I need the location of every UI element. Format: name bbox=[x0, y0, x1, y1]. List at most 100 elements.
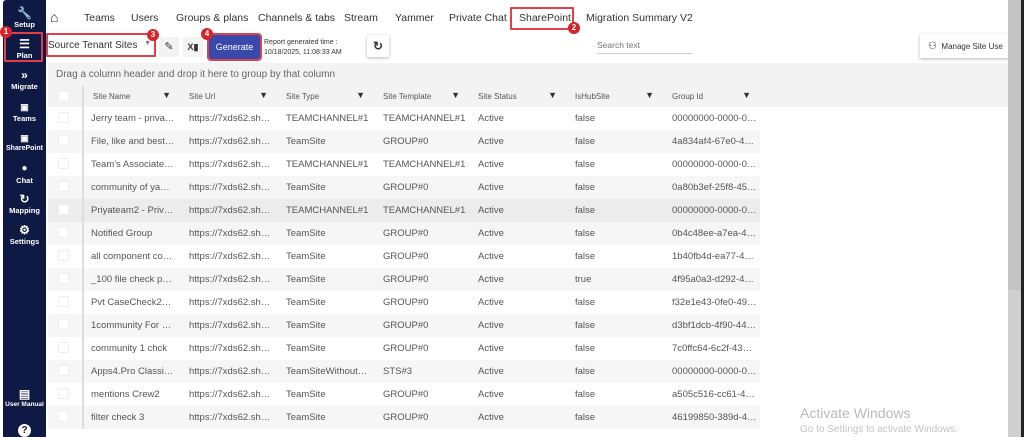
filter-icon[interactable]: ▼ bbox=[451, 90, 460, 100]
column-header-ishubsite[interactable]: IsHubSite ▼ bbox=[566, 86, 663, 107]
edit-button[interactable]: ✎ bbox=[159, 37, 179, 57]
column-header-site-type[interactable]: Site Type ▼ bbox=[277, 86, 374, 107]
generate-button[interactable]: Generate bbox=[207, 33, 262, 61]
filter-icon[interactable]: ▼ bbox=[356, 90, 365, 100]
table-row[interactable]: Apps4.Pro Classi… https://7xds62.sh… TeamS… bbox=[48, 360, 760, 383]
filter-icon[interactable]: ▼ bbox=[259, 90, 268, 100]
table-row[interactable]: Priyateam2 - Priv… https://7xds62.sh… TEAM… bbox=[48, 199, 760, 222]
cell-site-type: TeamSiteWithout… bbox=[286, 366, 368, 377]
column-header-site-name[interactable]: Site Name ▼ bbox=[82, 86, 180, 107]
cell-site-template: GROUP#0 bbox=[383, 182, 429, 193]
cell-site-status: Active bbox=[478, 343, 504, 354]
tab-stream[interactable]: Stream bbox=[344, 12, 378, 24]
cell-site-name: Pvt CaseCheck2… bbox=[91, 297, 172, 308]
column-header-site-status[interactable]: Site Status ▼ bbox=[469, 86, 566, 107]
cell-group-id: 00000000-0000-0… bbox=[672, 159, 757, 170]
label: Settings bbox=[9, 237, 40, 246]
wrench-icon: 🔧 bbox=[17, 6, 32, 20]
cell-site-url: https://7xds62.sh… bbox=[189, 274, 271, 285]
report-time-label: Report generated time : bbox=[264, 39, 338, 46]
annotation-badge: 2 bbox=[568, 22, 580, 34]
sidebar-item-setup[interactable]: 🔧 Setup bbox=[3, 7, 46, 29]
cell-site-template: STS#3 bbox=[383, 366, 413, 377]
cell-site-url: https://7xds62.sh… bbox=[189, 320, 271, 331]
column-header-group-id[interactable]: Group Id ▼ bbox=[663, 86, 760, 107]
column-header-site-template[interactable]: Site Template ▼ bbox=[374, 86, 469, 107]
cell-site-template: GROUP#0 bbox=[383, 320, 429, 331]
export-excel-button[interactable]: X▮ bbox=[183, 37, 203, 57]
column-header-site-url[interactable]: Site Url ▼ bbox=[180, 86, 277, 107]
row-checkbox[interactable] bbox=[58, 112, 69, 123]
cell-ishubsite: false bbox=[575, 389, 596, 400]
cell-site-name: File, like and best… bbox=[91, 136, 175, 147]
filter-icon[interactable]: ▼ bbox=[742, 90, 751, 100]
tab-private-chat[interactable]: Private Chat bbox=[449, 12, 507, 24]
table-row[interactable]: Notified Group https://7xds62.sh… TeamSite… bbox=[48, 222, 760, 245]
row-checkbox[interactable] bbox=[58, 342, 69, 353]
row-checkbox[interactable] bbox=[58, 411, 69, 422]
refresh-button[interactable]: ↻ bbox=[367, 35, 389, 57]
table-row[interactable]: filter check 3 https://7xds62.sh… TeamSite… bbox=[48, 406, 760, 429]
cell-site-status: Active bbox=[478, 389, 504, 400]
table-row[interactable]: community 1 chck https://7xds62.sh… TeamSi… bbox=[48, 337, 760, 360]
cell-site-name: Jerry team - priva… bbox=[91, 113, 175, 124]
row-checkbox[interactable] bbox=[58, 319, 69, 330]
row-checkbox[interactable] bbox=[58, 273, 69, 284]
refresh-icon: ↻ bbox=[372, 39, 384, 53]
header-select-all[interactable] bbox=[48, 86, 82, 107]
row-checkbox[interactable] bbox=[58, 204, 69, 215]
tab-users[interactable]: Users bbox=[131, 12, 158, 24]
sidebar-item-user-manual[interactable]: ▤ User Manual bbox=[3, 388, 46, 408]
table-row[interactable]: mentions Crew2 https://7xds62.sh… TeamSite… bbox=[48, 383, 760, 406]
row-checkbox[interactable] bbox=[58, 181, 69, 192]
tab-migration-summary-v2[interactable]: Migration Summary V2 bbox=[586, 12, 693, 24]
tab-teams[interactable]: Teams bbox=[84, 12, 115, 24]
sidebar-item-sharepoint[interactable]: ▣ SharePoint bbox=[3, 132, 46, 152]
group-by-panel[interactable]: Drag a column header and drop it here to… bbox=[48, 63, 1008, 86]
sidebar-item-chat[interactable]: ● Chat bbox=[3, 163, 46, 185]
scrollbar-thumb[interactable] bbox=[1008, 0, 1021, 290]
cell-site-name: 1community For … bbox=[91, 320, 172, 331]
table-row[interactable]: _100 file check p… https://7xds62.sh… Team… bbox=[48, 268, 760, 291]
cell-group-id: d3bf1dcb-4f90-44… bbox=[672, 320, 756, 331]
help-button[interactable]: ? bbox=[3, 424, 46, 437]
tab-yammer[interactable]: Yammer bbox=[395, 12, 434, 24]
manage-site-users-button[interactable]: ⚇ Manage Site Use bbox=[920, 34, 1010, 58]
row-checkbox[interactable] bbox=[58, 135, 69, 146]
row-checkbox[interactable] bbox=[58, 250, 69, 261]
column-title: Site Name bbox=[93, 92, 131, 101]
cell-ishubsite: false bbox=[575, 251, 596, 262]
row-checkbox[interactable] bbox=[58, 388, 69, 399]
table-row[interactable]: all component co… https://7xds62.sh… TeamS… bbox=[48, 245, 760, 268]
sidebar-item-migrate[interactable]: » Migrate bbox=[3, 69, 46, 91]
cell-site-template: GROUP#0 bbox=[383, 251, 429, 262]
table-row[interactable]: Pvt CaseCheck2… https://7xds62.sh… TeamSit… bbox=[48, 291, 760, 314]
sidebar-item-teams[interactable]: ▣ Teams bbox=[3, 101, 46, 123]
cell-ishubsite: false bbox=[575, 113, 596, 124]
filter-icon[interactable]: ▼ bbox=[162, 90, 171, 100]
select-all-checkbox[interactable] bbox=[58, 91, 69, 102]
row-checkbox[interactable] bbox=[58, 365, 69, 376]
row-checkbox[interactable] bbox=[58, 227, 69, 238]
row-checkbox[interactable] bbox=[58, 296, 69, 307]
cell-group-id: 46199850-389d-4… bbox=[672, 412, 757, 423]
tab-channels-tabs[interactable]: Channels & tabs bbox=[258, 12, 335, 24]
cell-site-template: GROUP#0 bbox=[383, 412, 429, 423]
cell-group-id: 00000000-0000-0… bbox=[672, 205, 757, 216]
row-checkbox[interactable] bbox=[58, 158, 69, 169]
filter-icon[interactable]: ▼ bbox=[645, 90, 654, 100]
table-row[interactable]: File, like and best… https://7xds62.sh… Te… bbox=[48, 130, 760, 153]
cell-ishubsite: false bbox=[575, 412, 596, 423]
tab-groups-plans[interactable]: Groups & plans bbox=[176, 12, 248, 24]
table-row[interactable]: Jerry team - priva… https://7xds62.sh… TEA… bbox=[48, 107, 760, 130]
sidebar-item-mapping[interactable]: ↻ Mapping bbox=[3, 193, 46, 215]
sidebar-item-settings[interactable]: ⚙ Settings bbox=[3, 224, 46, 246]
cell-site-status: Active bbox=[478, 412, 504, 423]
search-input[interactable] bbox=[597, 37, 692, 54]
table-row[interactable]: Team's Associate… https://7xds62.sh… TEAMC… bbox=[48, 153, 760, 176]
table-row[interactable]: 1community For … https://7xds62.sh… TeamSi… bbox=[48, 314, 760, 337]
cell-site-name: community of ya… bbox=[91, 182, 170, 193]
table-row[interactable]: community of ya… https://7xds62.sh… TeamSi… bbox=[48, 176, 760, 199]
filter-icon[interactable]: ▼ bbox=[548, 90, 557, 100]
cell-ishubsite: false bbox=[575, 297, 596, 308]
